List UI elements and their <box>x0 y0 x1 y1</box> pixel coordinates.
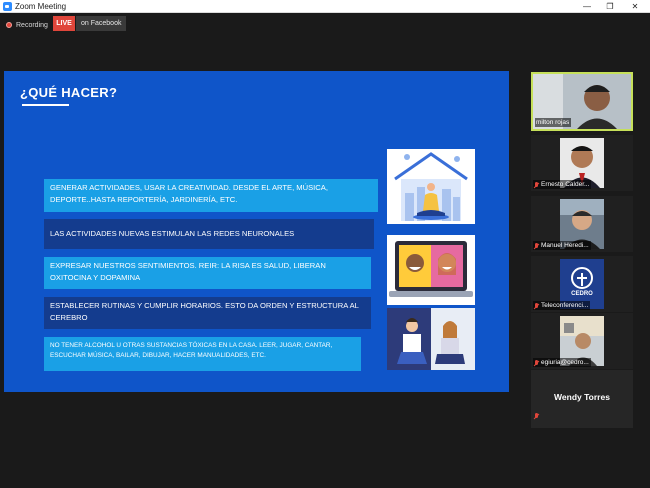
participant-name: Ernesto Calder... <box>533 180 592 189</box>
participant-tile[interactable]: Manuel Heredi... <box>531 196 633 252</box>
title-underline <box>22 104 69 106</box>
participant-name: egiuria@cedro... <box>533 358 591 367</box>
participant-tile[interactable]: CEDRO Teleconferenci... <box>531 256 633 312</box>
window-titlebar: Zoom Meeting — ❐ ✕ <box>0 0 650 13</box>
mic-muted-icon <box>534 181 539 188</box>
close-button[interactable]: ✕ <box>623 0 647 13</box>
slide-bullet: EXPRESAR NUESTROS SENTIMIENTOS. REIR: LA… <box>44 257 371 289</box>
recording-label: Recording <box>16 21 48 29</box>
video-chat-illustration <box>387 235 475 305</box>
zoom-logo-icon <box>3 2 12 11</box>
slide-title: ¿QUÉ HACER? <box>20 85 118 100</box>
participant-name: Manuel Heredi... <box>533 241 591 250</box>
stream-target-label[interactable]: on Facebook <box>76 16 127 31</box>
participant-tile[interactable]: Ernesto Calder... <box>531 135 633 191</box>
shared-screen-slide: ¿QUÉ HACER? GENERAR ACTIVIDADES, USAR LA… <box>4 71 509 392</box>
live-badge[interactable]: LIVE <box>53 16 75 31</box>
participant-tile[interactable]: egiuria@cedro... <box>531 313 633 369</box>
participant-tile[interactable]: milton rojas <box>531 72 633 131</box>
recording-dot-icon <box>6 22 12 28</box>
participant-name: Teleconferenci... <box>533 301 591 310</box>
participant-display-name: Wendy Torres <box>554 392 610 402</box>
participant-name: milton rojas <box>535 118 572 127</box>
mic-muted-icon <box>534 406 541 424</box>
recording-indicator[interactable]: Recording <box>6 19 48 31</box>
meditation-illustration <box>387 149 475 224</box>
mic-muted-icon <box>534 302 539 309</box>
slide-bullet: ESTABLECER RUTINAS Y CUMPLIR HORARIOS. E… <box>44 297 371 329</box>
mic-muted-icon <box>534 359 539 366</box>
participant-tile[interactable]: Wendy Torres <box>531 370 633 428</box>
window-title: Zoom Meeting <box>15 2 67 11</box>
sad-couple-illustration <box>387 308 475 370</box>
slide-bullet: NO TENER ALCOHOL U OTRAS SUSTANCIAS TÓXI… <box>44 337 361 371</box>
slide-bullet: GENERAR ACTIVIDADES, USAR LA CREATIVIDAD… <box>44 179 378 212</box>
maximize-button[interactable]: ❐ <box>598 0 622 13</box>
slide-bullet: LAS ACTIVIDADES NUEVAS ESTIMULAN LAS RED… <box>44 219 374 249</box>
cedro-logo-text: CEDRO <box>571 291 593 297</box>
minimize-button[interactable]: — <box>575 0 599 13</box>
mic-muted-icon <box>534 242 539 249</box>
